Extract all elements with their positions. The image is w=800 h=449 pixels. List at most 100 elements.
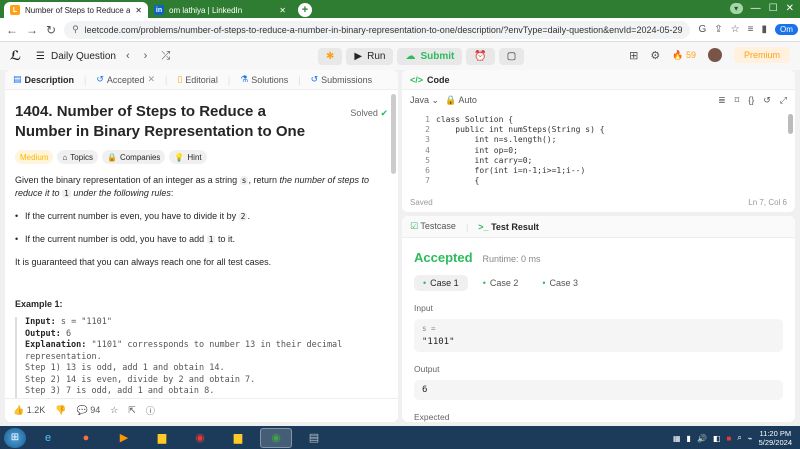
code-editor[interactable]: 1 class Solution {2 public int numSteps(S…	[402, 113, 787, 188]
auto-mode[interactable]: 🔒 Auto	[445, 95, 477, 106]
tab-description[interactable]: ▤ Description	[13, 74, 74, 85]
run-button[interactable]: ▶ Run	[346, 48, 394, 65]
companies-button[interactable]: 🔒 Companies	[101, 150, 166, 164]
tab-submissions[interactable]: ↺ Submissions	[311, 74, 373, 85]
tray-icon[interactable]: ■	[726, 434, 731, 443]
taskbar-firefox[interactable]: ●	[70, 428, 102, 448]
code-line[interactable]: for(int i=n-1;i>=1;i--)	[436, 166, 586, 176]
leetcode-topbar: ℒ ☰ Daily Question ‹ › ⤮ ✱ ▶ Run ☁ Submit …	[0, 42, 800, 70]
browser-tab-linkedin[interactable]: in om lathiya | LinkedIn ✕	[148, 2, 292, 18]
minimize-icon[interactable]: —	[751, 3, 761, 14]
close-icon[interactable]: ✕	[279, 6, 286, 15]
tray-icon[interactable]: ⌕	[737, 433, 741, 443]
next-problem-icon[interactable]: ›	[144, 50, 148, 62]
timer-button[interactable]: ⏰	[466, 48, 495, 65]
submit-button[interactable]: ☁ Submit	[397, 48, 463, 65]
reload-icon[interactable]: ↻	[46, 23, 56, 37]
network-icon[interactable]: ▮	[687, 434, 691, 443]
language-select[interactable]: Java ⌄	[410, 95, 439, 106]
bookmark-icon[interactable]: ⌑	[735, 95, 740, 106]
line-number: 4	[425, 145, 430, 155]
debug-button[interactable]: ✱	[318, 48, 343, 65]
start-button[interactable]: ⊞	[4, 427, 26, 448]
braces-icon[interactable]: {}	[748, 95, 754, 106]
notes-button[interactable]: ▢	[498, 48, 525, 65]
leetcode-logo-icon[interactable]: ℒ	[10, 48, 24, 64]
comments-button[interactable]: 💬 94	[76, 405, 100, 416]
tab-testcase[interactable]: ☑ Testcase	[410, 221, 456, 232]
taskbar-chrome[interactable]: ◉	[184, 428, 216, 448]
input-var: s =	[422, 324, 436, 333]
hint-button[interactable]: 💡 Hint	[169, 150, 207, 164]
format-icon[interactable]: ≣	[718, 95, 726, 106]
topics-button[interactable]: ⌂ Topics	[57, 150, 98, 164]
user-avatar[interactable]	[707, 48, 722, 62]
account-avatar[interactable]: Om	[774, 24, 798, 35]
tab-editorial[interactable]: ▯ Editorial	[177, 74, 217, 85]
tab-search-icon[interactable]: ≡	[748, 24, 754, 35]
back-icon[interactable]: ←	[6, 23, 18, 37]
tab-solutions[interactable]: ⚗ Solutions	[240, 74, 288, 85]
code-line[interactable]: class Solution {	[436, 115, 513, 125]
profile-menu-icon[interactable]: ▾	[729, 3, 743, 14]
close-icon[interactable]: ✕	[135, 6, 142, 15]
case-tab-1[interactable]: • Case 1	[414, 275, 468, 291]
maximize-icon[interactable]: ☐	[769, 3, 778, 14]
tab-accepted[interactable]: ↺ Accepted ✕	[96, 74, 155, 85]
taskbar-media[interactable]: ▶	[108, 428, 140, 448]
share-button[interactable]: ⇱	[128, 405, 136, 416]
address-input[interactable]: ⚲ leetcode.com/problems/number-of-steps-…	[64, 20, 691, 39]
taskbar-folder2[interactable]: ▆	[222, 428, 254, 448]
case-tab-2[interactable]: • Case 2	[474, 275, 528, 291]
like-button[interactable]: 👍 1.2K	[13, 405, 45, 416]
taskbar-ie[interactable]: e	[32, 428, 64, 448]
favorite-button[interactable]: ☆	[110, 405, 118, 416]
volume-icon[interactable]: 🔊	[697, 434, 707, 443]
reset-icon[interactable]: ↺	[763, 95, 771, 106]
forward-icon[interactable]: →	[26, 23, 38, 37]
list-icon[interactable]: ☰	[36, 51, 45, 62]
thumbs-up-icon: 👍	[13, 405, 25, 415]
problem-title[interactable]: 1404. Number of Steps to Reduce a Number…	[15, 102, 315, 142]
tray-icon[interactable]: ◧	[713, 434, 721, 443]
settings-gear-icon[interactable]: ⚙	[650, 49, 660, 62]
prev-problem-icon[interactable]: ‹	[126, 50, 130, 62]
tray-icon[interactable]: ⌁	[748, 434, 753, 443]
code-line[interactable]: public int numSteps(String s) {	[436, 125, 604, 135]
taskbar-app[interactable]: ▤	[298, 428, 330, 448]
shuffle-icon[interactable]: ⤮	[161, 50, 170, 63]
browser-tab-leetcode[interactable]: L Number of Steps to Reduce a Nu ✕	[4, 2, 148, 18]
code-line[interactable]: int n=s.length();	[436, 135, 557, 145]
bookmark-star-icon[interactable]: ☆	[731, 24, 740, 35]
help-button[interactable]: ⓘ	[146, 404, 155, 417]
new-tab-button[interactable]: +	[298, 3, 312, 17]
code-line[interactable]: int carry=0;	[436, 156, 533, 166]
editor-scrollbar[interactable]	[788, 114, 793, 134]
case-tab-3[interactable]: • Case 3	[533, 275, 587, 291]
expand-icon[interactable]: ⤢	[780, 95, 787, 106]
site-info-icon[interactable]: ⚲	[72, 24, 79, 35]
tray-icon[interactable]: ▦	[673, 434, 681, 443]
pass-dot-icon: •	[423, 278, 427, 288]
description-scrollbar[interactable]	[391, 94, 396, 174]
clock[interactable]: 11:20 PM 5/29/2024	[759, 429, 792, 447]
close-window-icon[interactable]: ✕	[786, 3, 794, 14]
close-icon[interactable]: ✕	[147, 74, 155, 85]
taskbar-explorer[interactable]: ▆	[146, 428, 178, 448]
share-icon[interactable]: ⇪	[714, 24, 722, 35]
daily-question-link[interactable]: Daily Question	[51, 51, 116, 62]
google-lens-icon[interactable]: G	[698, 24, 706, 35]
layout-grid-icon[interactable]: ⊞	[629, 49, 638, 62]
line-number: 6	[425, 166, 430, 175]
taskbar-chrome-active[interactable]: ◉	[260, 427, 292, 448]
side-panel-icon[interactable]: ▮	[761, 24, 767, 35]
tab-test-result[interactable]: >_ Test Result	[478, 222, 539, 232]
lightbulb-icon: 💡	[174, 152, 185, 162]
code-line[interactable]: {	[436, 176, 480, 186]
premium-button[interactable]: Premium	[733, 47, 790, 63]
code-line[interactable]: int op=0;	[436, 146, 518, 156]
output-box: 6	[414, 380, 783, 400]
book-icon: ▯	[177, 74, 183, 84]
dislike-button[interactable]: 👎	[55, 405, 66, 416]
streak-counter[interactable]: 🔥 59	[672, 50, 696, 61]
